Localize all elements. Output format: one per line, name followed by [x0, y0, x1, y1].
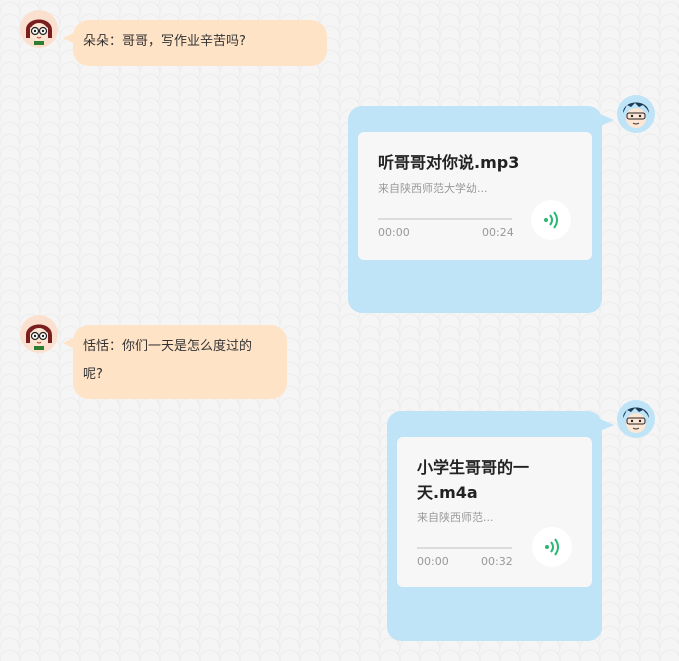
audio-current-time: 00:00 — [378, 226, 410, 239]
message-text: 朵朵：哥哥，写作业辛苦吗? — [83, 34, 246, 49]
audio-card[interactable]: 听哥哥对你说.mp3 来自陕西师范大学幼... 00:00 00:24 — [358, 132, 592, 260]
audio-duration: 00:32 — [481, 555, 513, 568]
audio-card[interactable]: 小学生哥哥的一 天.m4a 来自陕西师范... 00:00 00:32 — [397, 437, 592, 587]
message-text-line1: 恬恬：你们一天是怎么度过的 — [83, 339, 253, 354]
play-button[interactable] — [532, 527, 572, 567]
audio-progress-bar[interactable] — [378, 218, 512, 220]
boy-avatar-icon[interactable] — [617, 95, 655, 133]
girl-avatar-icon[interactable] — [20, 10, 58, 48]
message-bubble-4[interactable]: 小学生哥哥的一 天.m4a 来自陕西师范... 00:00 00:32 — [387, 411, 614, 641]
message-text-line2: 呢? — [83, 367, 103, 382]
message-bubble-2[interactable]: 听哥哥对你说.mp3 来自陕西师范大学幼... 00:00 00:24 — [348, 106, 614, 313]
audio-title-line1: 小学生哥哥的一 — [417, 458, 530, 477]
girl-avatar-icon[interactable] — [20, 315, 58, 353]
audio-progress-bar[interactable] — [417, 547, 512, 549]
speaker-wave-icon — [545, 538, 559, 556]
message-bubble-1[interactable]: 朵朵：哥哥，写作业辛苦吗? — [63, 20, 327, 66]
play-button[interactable] — [531, 200, 571, 240]
message-bubble-3[interactable]: 恬恬：你们一天是怎么度过的 呢? — [63, 325, 287, 399]
speaker-wave-icon — [544, 211, 558, 229]
audio-current-time: 00:00 — [417, 555, 449, 568]
audio-title: 听哥哥对你说.mp3 — [378, 153, 520, 172]
boy-avatar-icon[interactable] — [617, 400, 655, 438]
audio-source: 来自陕西师范大学幼... — [378, 182, 488, 195]
audio-source: 来自陕西师范... — [417, 511, 494, 524]
audio-duration: 00:24 — [482, 226, 514, 239]
audio-title-line2: 天.m4a — [417, 483, 478, 502]
